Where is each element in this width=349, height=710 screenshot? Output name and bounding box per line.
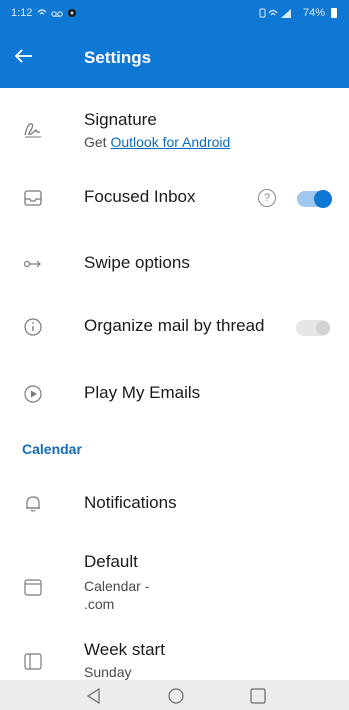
signature-subtext: Get Outlook for Android: [84, 134, 230, 150]
week-start-value: Sunday: [84, 664, 132, 680]
inbox-tray-icon: [24, 190, 42, 206]
signature-label: Signature: [84, 110, 157, 129]
setting-play-my-emails[interactable]: Play My Emails: [0, 374, 349, 414]
setting-signature[interactable]: Signature Get Outlook for Android: [0, 104, 349, 156]
signature-sub-prefix: Get: [84, 134, 111, 150]
status-wifi-voicemail-icons: [37, 9, 76, 17]
swipe-options-label: Swipe options: [84, 253, 190, 272]
system-nav-bar: [0, 680, 349, 710]
status-signal-icons: [259, 8, 291, 18]
setting-default-calendar[interactable]: Default Calendar - .com: [0, 548, 349, 622]
notifications-label: Notifications: [84, 493, 177, 512]
swipe-arrow-icon: [23, 260, 41, 268]
setting-organize-by-thread[interactable]: Organize mail by thread: [0, 307, 349, 347]
play-emails-label: Play My Emails: [84, 383, 201, 402]
organize-thread-label: Organize mail by thread: [84, 316, 265, 335]
bell-icon: [26, 496, 40, 512]
play-circle-icon: [24, 385, 42, 403]
organize-thread-toggle[interactable]: [296, 320, 330, 336]
nav-recents-icon[interactable]: [248, 686, 268, 706]
battery-icon: [331, 8, 337, 18]
nav-back-icon[interactable]: [84, 686, 104, 706]
status-notification-icons: [36, 6, 80, 23]
pen-signature-icon: [24, 123, 41, 138]
status-bar: 1:12 74%: [0, 0, 349, 28]
app-bar: Settings: [0, 28, 349, 88]
setting-week-start[interactable]: Week start Sunday: [0, 636, 349, 680]
status-time: 1:12: [11, 7, 33, 19]
default-calendar-label: Default: [84, 552, 138, 571]
toggle-knob: [314, 190, 332, 208]
setting-focused-inbox[interactable]: Focused Inbox ?: [0, 178, 349, 218]
back-arrow-icon[interactable]: [12, 44, 36, 68]
calendar-section-header: Calendar: [22, 441, 82, 457]
battery-percent: 74%: [302, 7, 325, 19]
status-right-group: 74%: [259, 7, 337, 19]
info-circle-icon: [24, 318, 42, 336]
page-title: Settings: [84, 48, 152, 67]
help-icon[interactable]: ?: [258, 189, 276, 207]
calendar-icon: [24, 579, 42, 596]
setting-notifications[interactable]: Notifications: [0, 484, 349, 524]
nav-home-icon[interactable]: [166, 686, 186, 706]
focused-inbox-label: Focused Inbox: [84, 187, 196, 206]
default-calendar-domain: .com: [84, 596, 115, 612]
setting-swipe-options[interactable]: Swipe options: [0, 244, 349, 284]
outlook-android-link[interactable]: Outlook for Android: [110, 134, 230, 150]
default-calendar-value: Calendar -: [84, 578, 150, 594]
focused-inbox-toggle[interactable]: [297, 190, 332, 208]
week-start-label: Week start: [84, 640, 165, 659]
toggle-knob: [316, 321, 330, 335]
week-panel-icon: [24, 653, 42, 670]
